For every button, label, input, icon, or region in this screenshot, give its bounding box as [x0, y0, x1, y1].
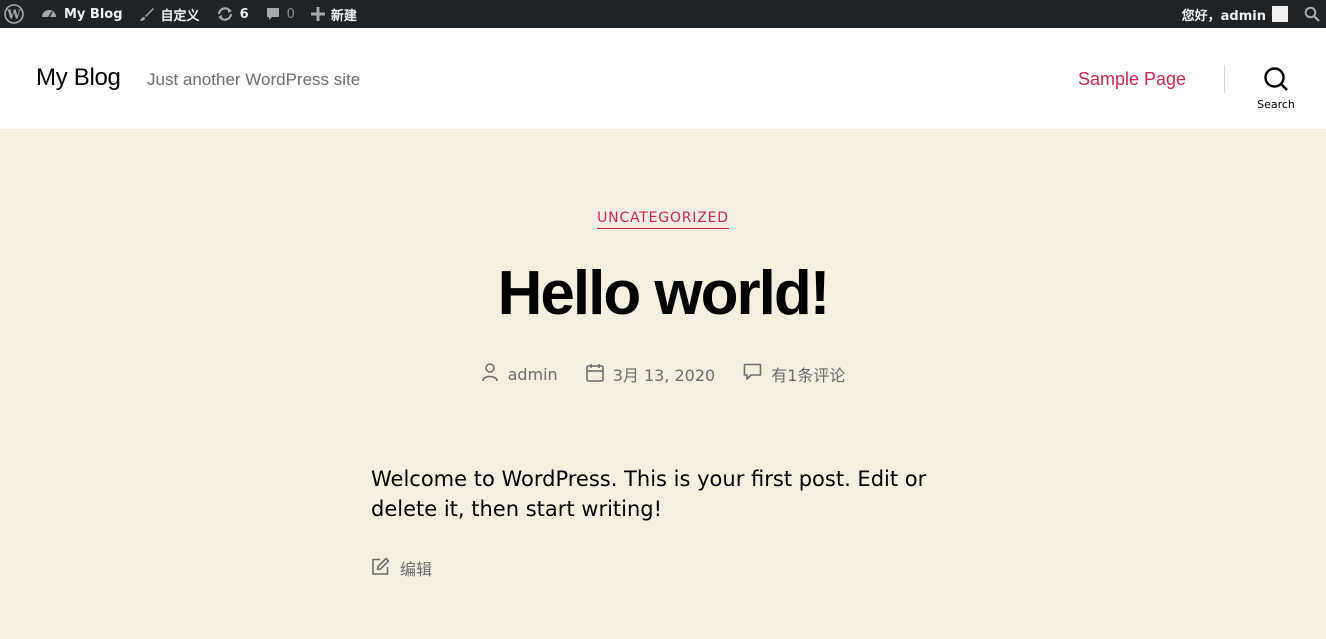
comment-icon	[743, 363, 771, 385]
post-author[interactable]: admin	[481, 362, 558, 386]
nav-item-sample-page[interactable]: Sample Page	[1078, 69, 1186, 90]
updates-icon	[216, 5, 234, 23]
search-toggle-button[interactable]: Search	[1250, 66, 1302, 114]
greeting-label: 您好，admin	[1181, 8, 1266, 24]
my-account-menu[interactable]: 您好，admin	[1174, 0, 1296, 28]
admin-bar-search[interactable]	[1296, 0, 1326, 28]
site-name-label: My Blog	[64, 6, 123, 22]
wp-logo-menu[interactable]: W	[0, 0, 32, 28]
new-content-menu[interactable]: 新建	[303, 0, 365, 28]
dashboard-icon	[40, 5, 58, 23]
comments-count: 0	[286, 6, 295, 22]
search-icon	[1250, 66, 1302, 92]
post-date[interactable]: 3月 13, 2020	[585, 362, 716, 386]
edit-icon	[371, 557, 400, 580]
post-meta: admin 3月 13, 2020 有1条评论	[0, 362, 1326, 386]
comments-text: 有1条评论	[771, 366, 846, 385]
site-title[interactable]: My Blog	[36, 64, 121, 92]
post-content: Welcome to WordPress. This is your first…	[371, 467, 927, 521]
updates-count: 6	[239, 6, 249, 22]
edit-post-link[interactable]: 编辑	[371, 556, 432, 580]
comments-menu[interactable]: 0	[257, 0, 303, 28]
site-name-menu[interactable]: My Blog	[32, 0, 131, 28]
admin-bar: W My Blog 自定义 6 0 新建 您好，admin	[0, 0, 1326, 28]
site-description: Just another WordPress site	[147, 70, 361, 89]
customize-label: 自定义	[160, 8, 200, 24]
user-icon	[481, 362, 508, 386]
author-name: admin	[507, 364, 558, 384]
site-header: My Blog Just another WordPress site Samp…	[0, 28, 1326, 129]
edit-label: 编辑	[400, 560, 433, 579]
new-content-label: 新建	[330, 8, 357, 24]
brush-icon	[139, 6, 155, 22]
avatar	[1272, 6, 1288, 22]
post-category: UNCATEGORIZED	[0, 209, 1326, 229]
search-icon	[1304, 6, 1320, 22]
calendar-icon	[585, 363, 613, 386]
admin-bar-right: 您好，admin	[1174, 0, 1326, 28]
plus-icon	[310, 7, 325, 21]
category-link[interactable]: UNCATEGORIZED	[597, 210, 729, 229]
search-label: Search	[1257, 98, 1295, 111]
wordpress-logo-icon: W	[4, 4, 24, 24]
svg-text:W: W	[6, 8, 21, 22]
updates-menu[interactable]: 6	[208, 0, 257, 28]
comment-bubble-icon	[265, 6, 281, 22]
header-divider	[1224, 65, 1225, 93]
date-text: 3月 13, 2020	[612, 366, 716, 385]
admin-bar-left: W My Blog 自定义 6 0 新建	[0, 0, 365, 28]
customize-menu[interactable]: 自定义	[131, 0, 208, 28]
post-comments[interactable]: 有1条评论	[743, 362, 845, 386]
post-title: Hello world!	[497, 259, 831, 328]
